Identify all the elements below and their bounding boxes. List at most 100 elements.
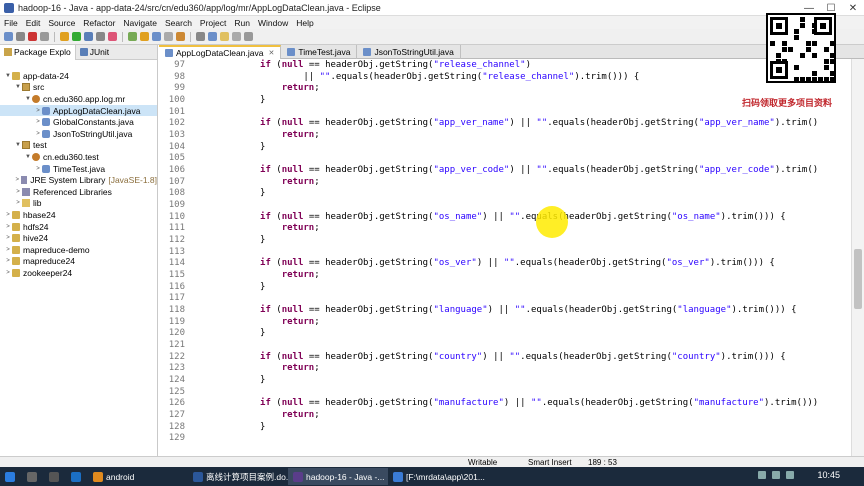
code-line[interactable]: 106 if (null == headerObj.getString("app… [159,165,849,177]
code-line[interactable]: 104 } [159,142,849,154]
code-line[interactable]: 120 } [159,328,849,340]
tree-item[interactable]: > hdfs24 [0,221,157,233]
code-line[interactable]: 129 [159,433,849,445]
expanded-arrow-icon[interactable]: ▼ [14,84,22,90]
toolbar-icon[interactable] [96,32,105,41]
code-line[interactable]: 116 } [159,282,849,294]
menu-item-source[interactable]: Source [44,18,79,28]
collapsed-arrow-icon[interactable]: > [34,166,42,172]
expanded-arrow-icon[interactable]: ▼ [24,96,32,102]
code-line[interactable]: 110 if (null == headerObj.getString("os_… [159,212,849,224]
taskbar-item[interactable]: android [88,468,188,485]
tab-package-explorer[interactable]: Package Explo [0,44,76,60]
code-line[interactable]: 98 || "".equals(headerObj.getString("rel… [159,72,849,84]
toolbar-icon[interactable] [72,32,81,41]
taskbar-item[interactable] [0,468,22,485]
toolbar-icon[interactable] [28,32,37,41]
code-line[interactable]: 109 [159,200,849,212]
network-icon[interactable] [758,471,766,479]
toolbar-icon[interactable] [40,32,49,41]
tree-item[interactable]: > zookeeper24 [0,267,157,279]
expanded-arrow-icon[interactable]: ▼ [4,73,12,79]
editor-tab[interactable]: AppLogDataClean.java ✕ [159,44,282,59]
code-line[interactable]: 118 if (null == headerObj.getString("lan… [159,305,849,317]
code-line[interactable]: 122 if (null == headerObj.getString("cou… [159,352,849,364]
taskbar-item[interactable] [66,468,88,485]
toolbar-icon[interactable] [244,32,253,41]
editor-tab[interactable]: TimeTest.java [281,44,358,59]
collapsed-arrow-icon[interactable]: > [4,258,12,264]
expanded-arrow-icon[interactable]: ▼ [24,154,32,160]
tree-item[interactable]: > AppLogDataClean.java [0,104,157,117]
collapsed-arrow-icon[interactable]: > [4,235,12,241]
code-line[interactable]: 121 [159,340,849,352]
collapsed-arrow-icon[interactable]: > [4,212,12,218]
toolbar-icon[interactable] [176,32,185,41]
code-line[interactable]: 111 return; [159,223,849,235]
taskbar-item[interactable]: [F:\mrdata\app\201... [388,468,488,485]
ime-icon[interactable] [786,471,794,479]
collapsed-arrow-icon[interactable]: > [14,177,21,183]
code-line[interactable]: 97 if (null == headerObj.getString("rele… [159,60,849,72]
toolbar-icon[interactable] [108,32,117,41]
code-line[interactable]: 115 return; [159,270,849,282]
editor-tab[interactable]: JsonToStringUtil.java [357,44,461,59]
code-line[interactable]: 108 } [159,188,849,200]
expanded-arrow-icon[interactable]: ▼ [14,142,22,148]
volume-icon[interactable] [772,471,780,479]
menu-item-project[interactable]: Project [196,18,230,28]
tree-item[interactable]: > JRE System Library [JavaSE-1.8] [0,174,157,186]
code-area[interactable]: 97 if (null == headerObj.getString("rele… [159,59,849,456]
code-line[interactable]: 128 } [159,422,849,434]
toolbar-icon[interactable] [196,32,205,41]
tree-item[interactable]: > GlobalConstants.java [0,116,157,128]
toolbar-icon[interactable] [84,32,93,41]
tree-item[interactable]: > mapreduce-demo [0,244,157,256]
tab-junit[interactable]: JUnit [76,45,113,60]
tree-item[interactable]: ▼ cn.edu360.test [0,151,157,163]
menu-item-window[interactable]: Window [254,18,292,28]
code-line[interactable]: 117 [159,293,849,305]
collapsed-arrow-icon[interactable]: > [34,131,42,137]
collapsed-arrow-icon[interactable]: > [34,108,42,114]
scrollbar-thumb[interactable] [854,249,862,309]
close-button[interactable]: ✕ [842,0,864,16]
vertical-scrollbar[interactable] [851,59,864,456]
tree-item[interactable]: > JsonToStringUtil.java [0,128,157,140]
collapsed-arrow-icon[interactable]: > [4,270,12,276]
taskbar-item[interactable]: hadoop-16 - Java -... [288,468,388,485]
toolbar-icon[interactable] [220,32,229,41]
code-line[interactable]: 113 [159,247,849,259]
collapsed-arrow-icon[interactable]: > [4,247,12,253]
close-tab-icon[interactable]: ✕ [268,49,274,57]
code-line[interactable]: 105 [159,153,849,165]
tree-item[interactable]: > hbase24 [0,209,157,221]
menu-item-help[interactable]: Help [292,18,317,28]
menu-item-navigate[interactable]: Navigate [119,18,161,28]
tree-item[interactable]: ▼ src [0,82,157,94]
toolbar-icon[interactable] [16,32,25,41]
menu-item-search[interactable]: Search [161,18,196,28]
code-line[interactable]: 99 return; [159,83,849,95]
collapsed-arrow-icon[interactable]: > [14,200,22,206]
collapsed-arrow-icon[interactable]: > [14,189,22,195]
tree-item[interactable]: > hive24 [0,232,157,244]
menu-item-refactor[interactable]: Refactor [79,18,119,28]
toolbar-icon[interactable] [128,32,137,41]
toolbar-icon[interactable] [140,32,149,41]
code-line[interactable]: 127 return; [159,410,849,422]
code-line[interactable]: 123 return; [159,363,849,375]
tree-item[interactable]: ▼ test [0,140,157,152]
tree-item[interactable]: > lib [0,198,157,210]
code-line[interactable]: 124 } [159,375,849,387]
toolbar-icon[interactable] [208,32,217,41]
taskbar-item[interactable]: 离线计算项目案例.do... [188,468,288,485]
tree-item[interactable]: > mapreduce24 [0,256,157,268]
toolbar-icon[interactable] [164,32,173,41]
code-line[interactable]: 119 return; [159,317,849,329]
menu-item-edit[interactable]: Edit [22,18,45,28]
menu-item-run[interactable]: Run [230,18,254,28]
clock[interactable]: 10:45 [817,470,840,480]
code-line[interactable]: 114 if (null == headerObj.getString("os_… [159,258,849,270]
code-line[interactable]: 103 return; [159,130,849,142]
